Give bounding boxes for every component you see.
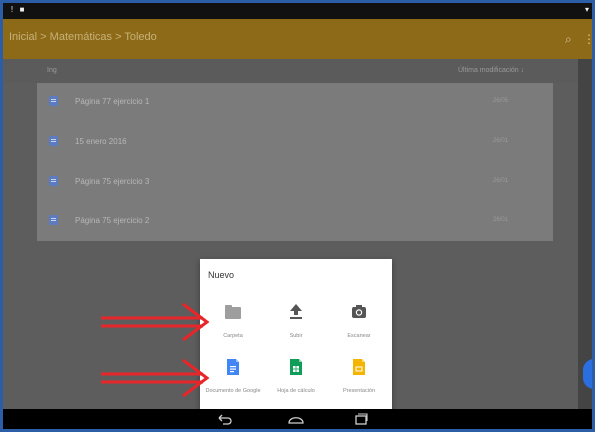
file-name: Página 75 ejercicio 2 <box>75 216 150 225</box>
image-icon: ■ <box>19 5 25 14</box>
google-doc-icon <box>49 215 58 225</box>
more-icon[interactable]: ⋮ <box>583 32 592 46</box>
option-label: Carpeta <box>223 333 243 339</box>
recents-icon[interactable] <box>353 412 369 426</box>
notification-icon: ! <box>10 5 14 14</box>
file-name: Página 77 ejercicio 1 <box>75 97 150 106</box>
option-label: Subir <box>289 333 303 339</box>
breadcrumb[interactable]: Inicial > Matemáticas > Toledo <box>9 31 157 43</box>
folder-icon <box>225 305 241 319</box>
file-modified: 26/01 <box>493 217 509 223</box>
navigation-bar <box>3 409 592 429</box>
fab-button[interactable] <box>583 359 592 389</box>
side-panel-edge <box>578 59 592 409</box>
file-list: Página 77 ejercicio 1 26/05 15 enero 201… <box>37 83 553 241</box>
file-row[interactable]: 15 enero 2016 26/01 <box>37 123 553 161</box>
google-doc-icon <box>49 136 58 146</box>
back-icon[interactable] <box>217 412 233 426</box>
google-sheet-icon <box>288 358 304 376</box>
file-name: 15 enero 2016 <box>75 137 127 146</box>
google-slides-icon <box>351 358 367 376</box>
home-icon[interactable] <box>287 412 305 426</box>
file-modified: 26/05 <box>493 98 509 104</box>
upload-icon <box>288 303 304 321</box>
google-doc-icon <box>49 176 58 186</box>
new-google-sheet-option[interactable]: Hoja de cálculo <box>265 358 327 414</box>
camera-icon <box>351 303 367 321</box>
app-bar: Inicial > Matemáticas > Toledo ⌕ ⋮ <box>3 19 592 59</box>
google-doc-icon <box>225 358 241 376</box>
scan-option[interactable]: Escanear <box>328 303 390 359</box>
option-label: Escanear <box>347 333 371 339</box>
option-label: Documento de Google <box>205 388 261 394</box>
sort-column-header[interactable]: Última modificación ↓ <box>458 67 524 74</box>
new-google-slides-option[interactable]: Presentación <box>328 358 390 414</box>
screenshot-frame: ! ■ ▾ Inicial > Matemáticas > Toledo ⌕ ⋮… <box>0 0 595 432</box>
option-label: Presentación <box>342 388 376 394</box>
search-icon[interactable]: ⌕ <box>565 32 572 47</box>
list-header: Ing Última modificación ↓ <box>3 59 592 83</box>
file-row[interactable]: Página 75 ejercicio 2 26/01 <box>37 202 553 240</box>
option-label: Hoja de cálculo <box>277 388 315 394</box>
status-bar: ! ■ ▾ <box>3 3 592 19</box>
new-google-doc-option[interactable]: Documento de Google <box>202 358 264 414</box>
google-doc-icon <box>49 96 58 106</box>
file-row[interactable]: Página 75 ejercicio 3 26/01 <box>37 163 553 201</box>
file-row[interactable]: Página 77 ejercicio 1 26/05 <box>37 83 553 121</box>
file-name: Página 75 ejercicio 3 <box>75 177 150 186</box>
dialog-title: Nuevo <box>208 270 235 280</box>
device-screen: ! ■ ▾ Inicial > Matemáticas > Toledo ⌕ ⋮… <box>3 3 592 429</box>
new-dialog: Nuevo Carpeta Subir Escanear Documento d… <box>200 259 392 411</box>
name-column-header[interactable]: Ing <box>47 67 57 74</box>
file-modified: 26/01 <box>493 178 509 184</box>
arrow-to-folder <box>101 302 210 342</box>
upload-option[interactable]: Subir <box>265 303 327 359</box>
file-modified: 26/01 <box>493 138 509 144</box>
new-folder-option[interactable]: Carpeta <box>202 303 264 359</box>
arrow-to-google-doc <box>101 358 210 398</box>
wifi-icon: ▾ <box>584 5 589 14</box>
